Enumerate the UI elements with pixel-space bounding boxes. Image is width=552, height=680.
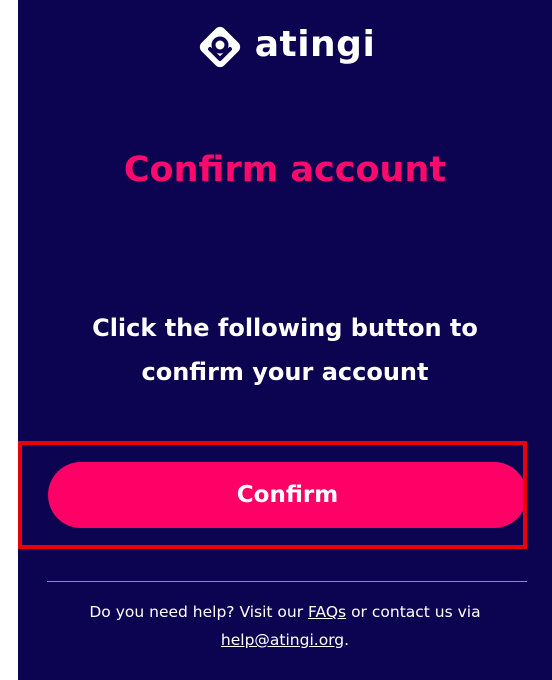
footer-divider (47, 581, 527, 582)
confirm-button-highlight-box (18, 441, 527, 549)
atingi-diamond-logo-icon (199, 26, 240, 68)
brand-logo: atingi (18, 18, 552, 76)
page-margin (0, 0, 18, 680)
help-email-link[interactable]: help@atingi.org (221, 631, 344, 649)
page-title: Confirm account (123, 150, 447, 190)
help-prefix: Do you need help? Visit our (89, 603, 304, 621)
brand-name: atingi (254, 23, 376, 65)
help-middle: or contact us via (351, 603, 481, 621)
help-suffix: . (344, 631, 350, 649)
confirm-instructions: Click the following button to confirm yo… (92, 314, 478, 386)
help-text: Do you need help? Visit our FAQs or cont… (38, 598, 532, 654)
confirm-account-card: atingi Confirm account Click the followi… (18, 0, 552, 680)
faqs-link[interactable]: FAQs (308, 603, 346, 621)
